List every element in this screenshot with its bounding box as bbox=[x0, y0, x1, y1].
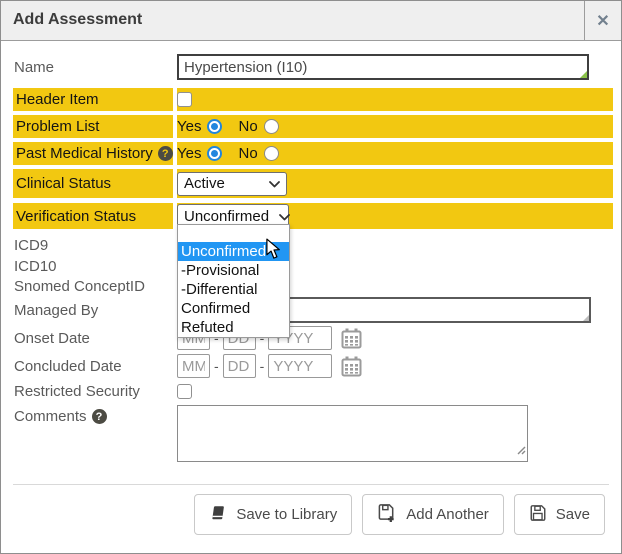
dialog-title: Add Assessment bbox=[1, 1, 584, 40]
add-another-button[interactable]: Add Another bbox=[362, 494, 504, 535]
past-medical-history-label: Past Medical History bbox=[16, 145, 153, 162]
clinical-status-select[interactable]: Active bbox=[177, 172, 287, 196]
problem-list-no-radio[interactable] bbox=[264, 119, 279, 134]
problem-list-yes-label: Yes bbox=[177, 118, 201, 135]
pmh-no-radio[interactable] bbox=[264, 146, 279, 161]
header-item-checkbox[interactable] bbox=[177, 92, 192, 107]
restricted-security-row: Restricted Security bbox=[13, 381, 613, 401]
dialog-titlebar: Add Assessment ✕ bbox=[1, 1, 621, 41]
form-content: Name Header Item Problem List Yes bbox=[1, 41, 621, 535]
save-icon bbox=[529, 504, 547, 526]
dropdown-option-provisional[interactable]: -Provisional bbox=[178, 261, 289, 280]
calendar-icon[interactable] bbox=[341, 356, 362, 377]
icd10-label: ICD10 bbox=[13, 256, 173, 277]
onset-date-label: Onset Date bbox=[13, 325, 173, 351]
date-separator: - bbox=[214, 358, 219, 374]
save-button[interactable]: Save bbox=[514, 494, 605, 535]
problem-list-no-label: No bbox=[238, 118, 257, 135]
restricted-security-checkbox[interactable] bbox=[177, 384, 192, 399]
help-icon[interactable]: ? bbox=[92, 409, 107, 424]
save-label: Save bbox=[556, 506, 590, 523]
pmh-yes-label: Yes bbox=[177, 145, 201, 162]
past-medical-history-row: Past Medical History ? Yes No bbox=[13, 142, 613, 165]
dropdown-option-unconfirmed[interactable]: Unconfirmed bbox=[178, 242, 289, 261]
icd10-row: ICD10 bbox=[13, 256, 613, 277]
problem-list-row: Problem List Yes No bbox=[13, 115, 613, 138]
concluded-date-label: Concluded Date bbox=[13, 353, 173, 379]
concluded-date-row: Concluded Date - - bbox=[13, 353, 613, 379]
add-another-label: Add Another bbox=[406, 506, 489, 523]
onset-date-row: Onset Date - - bbox=[13, 325, 613, 351]
problem-list-yes-radio[interactable] bbox=[207, 119, 222, 134]
verification-status-label: Verification Status bbox=[13, 203, 173, 229]
name-input[interactable] bbox=[177, 54, 589, 80]
date-separator: - bbox=[260, 358, 265, 374]
save-to-library-label: Save to Library bbox=[236, 506, 337, 523]
add-assessment-dialog: Add Assessment ✕ Name Header Item Probl bbox=[0, 0, 622, 554]
dropdown-option-confirmed[interactable]: Confirmed bbox=[178, 299, 289, 318]
header-item-label: Header Item bbox=[13, 88, 173, 111]
verification-status-value: Unconfirmed bbox=[184, 208, 269, 225]
pmh-no-label: No bbox=[238, 145, 257, 162]
clinical-status-row: Clinical Status Active bbox=[13, 169, 613, 198]
icd9-row: ICD9 bbox=[13, 235, 613, 256]
concluded-year-input[interactable] bbox=[268, 354, 332, 378]
managed-by-row: Managed By bbox=[13, 297, 613, 323]
snomed-row: Snomed ConceptID bbox=[13, 277, 613, 295]
problem-list-label: Problem List bbox=[13, 115, 173, 138]
managed-by-label: Managed By bbox=[13, 297, 173, 323]
name-label: Name bbox=[13, 52, 173, 82]
clinical-status-value: Active bbox=[184, 175, 225, 192]
book-icon bbox=[209, 504, 227, 526]
name-row: Name bbox=[13, 52, 613, 82]
verification-status-dropdown: Unconfirmed -Provisional -Differential C… bbox=[177, 224, 290, 338]
comments-row: Comments ? bbox=[13, 405, 613, 462]
icd9-label: ICD9 bbox=[13, 235, 173, 256]
header-item-row: Header Item bbox=[13, 88, 613, 111]
restricted-security-label: Restricted Security bbox=[13, 381, 173, 401]
calendar-icon[interactable] bbox=[341, 328, 362, 349]
snomed-conceptid-label: Snomed ConceptID bbox=[13, 277, 173, 295]
save-to-library-button[interactable]: Save to Library bbox=[194, 494, 352, 535]
chevron-down-icon bbox=[269, 208, 290, 225]
clinical-status-label: Clinical Status bbox=[13, 169, 173, 198]
save-plus-icon bbox=[377, 503, 397, 526]
comments-label: Comments bbox=[14, 408, 87, 425]
dropdown-option-blank[interactable] bbox=[178, 225, 289, 242]
close-icon: ✕ bbox=[596, 11, 609, 31]
concluded-day-input[interactable] bbox=[223, 354, 256, 378]
verification-status-row: Verification Status Unconfirmed bbox=[13, 203, 613, 229]
close-button[interactable]: ✕ bbox=[584, 1, 621, 40]
help-icon[interactable]: ? bbox=[158, 146, 173, 161]
dropdown-option-differential[interactable]: -Differential bbox=[178, 280, 289, 299]
pmh-yes-radio[interactable] bbox=[207, 146, 222, 161]
concluded-month-input[interactable] bbox=[177, 354, 210, 378]
button-row: Save to Library Add Another bbox=[13, 485, 613, 535]
dropdown-option-refuted[interactable]: Refuted bbox=[178, 318, 289, 337]
chevron-down-icon bbox=[259, 175, 280, 192]
comments-textarea[interactable] bbox=[177, 405, 528, 462]
